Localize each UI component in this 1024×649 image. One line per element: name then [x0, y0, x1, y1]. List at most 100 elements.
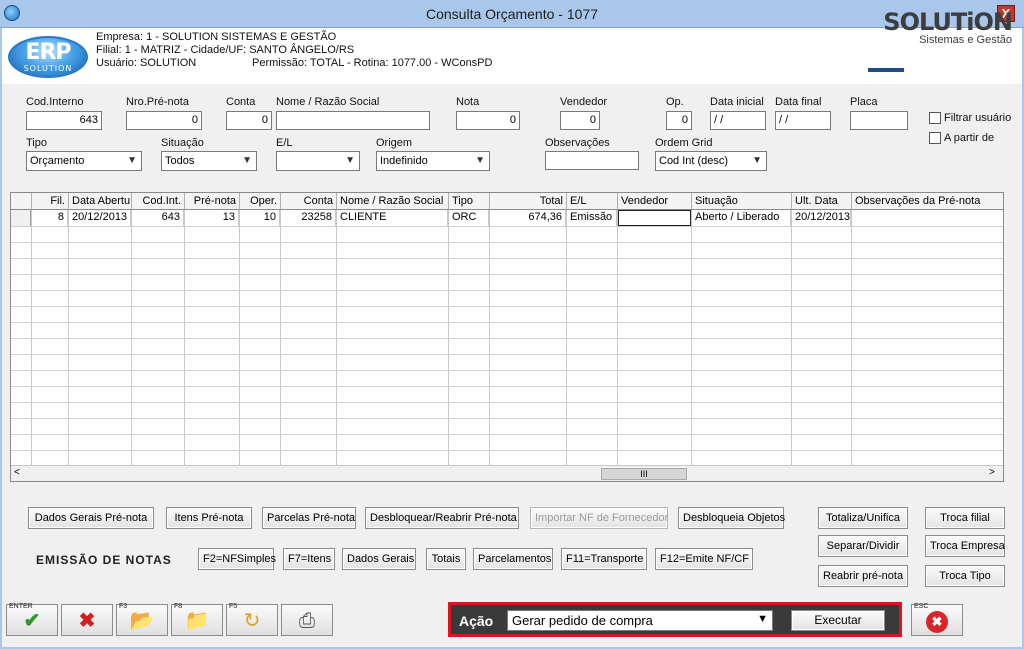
f2-nfsimples-button[interactable]: F2=NFSimples — [198, 548, 276, 570]
horizontal-scrollbar[interactable]: < III > — [11, 465, 1003, 481]
cell-situacao[interactable]: Aberto / Liberado — [692, 210, 791, 226]
op-label: Op. — [666, 96, 684, 108]
cell-fil[interactable]: 8 — [32, 210, 68, 226]
situacao-select[interactable]: Todos ▼ — [161, 151, 257, 171]
a-partir-de-checkbox[interactable] — [929, 132, 941, 144]
nome-input[interactable] — [276, 111, 430, 130]
reabrir-prenota-button[interactable]: Reabrir pré-nota — [818, 565, 908, 587]
placa-input[interactable] — [850, 111, 908, 130]
scroll-thumb[interactable]: III — [601, 468, 687, 480]
confirm-button[interactable]: ENTER ✔ — [6, 603, 58, 636]
cod-interno-input[interactable]: 643 — [26, 111, 102, 130]
app-icon[interactable] — [4, 5, 20, 21]
parcelamentos-button[interactable]: Parcelamentos — [473, 548, 553, 570]
enter-key-hint: ENTER — [9, 603, 33, 610]
nro-prenota-input[interactable]: 0 — [126, 111, 202, 130]
col-header-tipo[interactable]: Tipo — [449, 193, 490, 210]
troca-empresa-button[interactable]: Troca Empresa — [925, 535, 1005, 557]
chevron-down-icon: ▼ — [475, 155, 485, 166]
conta-label: Conta — [226, 96, 256, 108]
cell-el[interactable]: Emissão — [567, 210, 617, 226]
col-header-ult-data[interactable]: Ult. Data — [792, 193, 852, 210]
refresh-icon: ↻ — [243, 610, 261, 632]
itens-prenota-button[interactable]: Itens Pré-nota — [166, 507, 252, 529]
f3-key-hint: F3 — [119, 603, 128, 610]
placa-label: Placa — [850, 96, 878, 108]
nota-label: Nota — [456, 96, 480, 108]
col-header-vendedor[interactable]: Vendedor — [618, 193, 692, 210]
data-inicial-input[interactable]: / / — [710, 111, 766, 130]
col-header-el[interactable]: E/L — [567, 193, 618, 210]
f7-itens-button[interactable]: F7=Itens — [283, 548, 335, 570]
cell-cod-int[interactable]: 643 — [132, 210, 184, 226]
cell-vendedor[interactable] — [618, 210, 691, 226]
cell-ult-data[interactable]: 20/12/2013 — [792, 210, 851, 226]
scroll-right-icon[interactable]: > — [989, 467, 995, 478]
acao-select[interactable]: Gerar pedido de compra ▼ — [507, 610, 773, 631]
col-header-total[interactable]: Total — [490, 193, 567, 210]
acao-label: Ação — [459, 613, 494, 629]
tipo-select[interactable]: Orçamento ▼ — [26, 151, 142, 171]
conta-input[interactable]: 0 — [226, 111, 272, 130]
el-select[interactable]: ▼ — [276, 151, 360, 171]
tipo-label: Tipo — [26, 137, 47, 149]
emissao-notas-label: EMISSÃO DE NOTAS — [36, 553, 172, 567]
cell-tipo[interactable]: ORC — [449, 210, 489, 226]
importar-nf-button[interactable]: Importar NF de Fornecedor — [530, 507, 668, 529]
results-grid[interactable]: Fil. Data Abertu Cod.Int. Pré-nota Oper.… — [10, 192, 1004, 482]
chevron-down-icon: ▼ — [345, 155, 355, 166]
totaliza-unifica-button[interactable]: Totaliza/Unifica — [818, 507, 908, 529]
cell-observacoes[interactable] — [852, 210, 1003, 226]
data-inicial-label: Data inicial — [710, 96, 764, 108]
vendedor-input[interactable]: 0 — [560, 111, 600, 130]
cell-pre-nota[interactable]: 13 — [185, 210, 239, 226]
row-selector[interactable] — [11, 210, 31, 226]
observacoes-input[interactable] — [545, 151, 639, 170]
filtrar-usuario-label: Filtrar usuário — [944, 112, 1012, 124]
data-final-input[interactable]: / / — [775, 111, 831, 130]
cell-data-abertura[interactable]: 20/12/2013 — [69, 210, 131, 226]
cancel-button[interactable]: ✖ — [61, 604, 113, 636]
print-button[interactable]: ⎙ — [281, 604, 333, 636]
totais-button[interactable]: Totais — [426, 548, 466, 570]
troca-tipo-button[interactable]: Troca Tipo — [925, 565, 1005, 587]
filial-info: Filial: 1 - MATRIZ - Cidade/UF: SANTO ÂN… — [96, 44, 355, 56]
desbloqueia-objetos-button[interactable]: Desbloqueia Objetos — [678, 507, 785, 529]
f12-emite-nf-button[interactable]: F12=Emite NF/CF — [655, 548, 753, 570]
separar-dividir-button[interactable]: Separar/Dividir — [818, 535, 908, 557]
op-input[interactable]: 0 — [666, 111, 692, 130]
filtrar-usuario-checkbox[interactable] — [929, 112, 941, 124]
dados-gerais-button[interactable]: Dados Gerais — [342, 548, 416, 570]
col-header-fil[interactable]: Fil. — [32, 193, 69, 210]
col-header-pre-nota[interactable]: Pré-nota — [185, 193, 240, 210]
col-header-observacoes[interactable]: Observações da Pré-nota — [852, 193, 1003, 210]
parcelas-prenota-button[interactable]: Parcelas Pré-nota — [262, 507, 356, 529]
origem-select[interactable]: Indefinido ▼ — [376, 151, 490, 171]
troca-filial-button[interactable]: Troca filial — [925, 507, 1005, 529]
col-header-oper[interactable]: Oper. — [240, 193, 281, 210]
folder-open-icon: 📁 — [184, 610, 210, 632]
cell-total[interactable]: 674,36 — [490, 210, 566, 226]
scroll-left-icon[interactable]: < — [14, 467, 20, 478]
cell-nome[interactable]: CLIENTE — [337, 210, 448, 226]
cell-conta[interactable]: 23258 — [281, 210, 336, 226]
exit-button[interactable]: ESC ✖ — [911, 603, 963, 636]
refresh-button[interactable]: F5 ↻ — [226, 603, 278, 636]
ordem-grid-select[interactable]: Cod Int (desc) ▼ — [655, 151, 767, 171]
open-folder-button[interactable]: F8 📁 — [171, 603, 223, 636]
col-header-data-abertura[interactable]: Data Abertu — [69, 193, 132, 210]
desbloquear-reabrir-button[interactable]: Desbloquear/Reabrir Pré-nota — [365, 507, 519, 529]
executar-button[interactable]: Executar — [791, 610, 885, 631]
erp-logo-subtext: SOLUTION — [23, 64, 73, 73]
col-header-situacao[interactable]: Situação — [692, 193, 792, 210]
cod-interno-label: Cod.Interno — [26, 96, 84, 108]
col-header-nome[interactable]: Nome / Razão Social — [337, 193, 449, 210]
col-header-conta[interactable]: Conta — [281, 193, 337, 210]
new-folder-button[interactable]: F3 📂 — [116, 603, 168, 636]
f11-transporte-button[interactable]: F11=Transporte — [561, 548, 647, 570]
observacoes-label: Observações — [545, 137, 610, 149]
nota-input[interactable]: 0 — [456, 111, 520, 130]
col-header-cod-int[interactable]: Cod.Int. — [132, 193, 185, 210]
dados-gerais-prenota-button[interactable]: Dados Gerais Pré-nota — [28, 507, 154, 529]
cell-oper[interactable]: 10 — [240, 210, 280, 226]
